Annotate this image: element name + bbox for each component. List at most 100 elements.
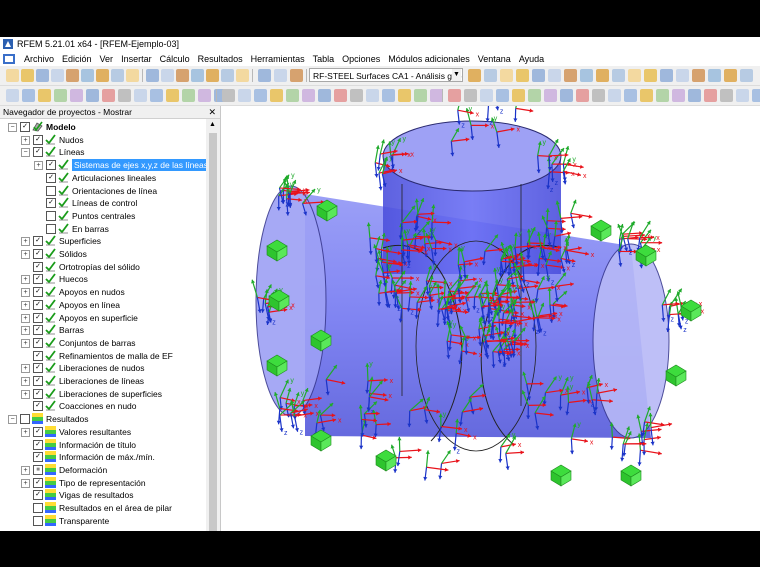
toolbar-button-icon[interactable] — [640, 89, 653, 102]
toolbar-button-icon[interactable] — [54, 89, 67, 102]
toolbar-button-icon[interactable] — [704, 89, 717, 102]
tree-row[interactable]: Orientaciones de línea — [0, 184, 206, 198]
expand-icon[interactable]: + — [21, 275, 30, 285]
tree-item-label[interactable]: Sólidos — [59, 248, 87, 260]
tree-item-label[interactable]: Liberaciones de nudos — [59, 362, 145, 374]
tree-row[interactable]: + ✓ Liberaciones de nudos — [0, 362, 206, 375]
expand-icon[interactable]: + — [21, 135, 30, 145]
tree-item-label[interactable]: Apoyos en línea — [59, 299, 120, 311]
visibility-checkbox[interactable]: ✓ — [33, 312, 43, 323]
tree-item-label[interactable]: Valores resultantes — [59, 426, 131, 438]
visibility-checkbox[interactable] — [33, 503, 43, 513]
expand-icon[interactable]: + — [21, 389, 30, 399]
toolbar-button-icon[interactable] — [166, 89, 179, 102]
menu-item-10[interactable]: Ventana — [474, 54, 515, 64]
toolbar-button-icon[interactable] — [191, 69, 204, 82]
tree-row[interactable]: ✓ Información de máx./mín. — [0, 451, 206, 464]
toolbar-button-icon[interactable] — [22, 89, 35, 102]
tree-item-label[interactable]: Liberaciones de superficies — [59, 388, 162, 400]
close-panel-icon[interactable]: ✕ — [208, 106, 216, 119]
model-viewport[interactable]: xyxzxzxyxzxyxyxyxzxyxzxyxyxzxyxzxyxyxyxy… — [221, 106, 760, 531]
tree-item-label[interactable]: Nudos — [59, 134, 84, 146]
collapse-icon[interactable]: − — [8, 123, 17, 132]
visibility-checkbox[interactable]: ✓ — [46, 160, 56, 171]
toolbar-button-icon[interactable] — [274, 69, 287, 82]
tree-item-label[interactable]: Orientaciones de línea — [72, 185, 157, 197]
toolbar-button-icon[interactable] — [708, 69, 721, 82]
tree-row[interactable]: Puntos centrales — [0, 210, 206, 223]
tree-row[interactable]: ✓ Refinamientos de malla de EF — [0, 350, 206, 363]
expand-icon[interactable]: + — [21, 427, 30, 437]
expand-icon[interactable]: + — [21, 465, 30, 475]
toolbar-button-icon[interactable] — [548, 69, 561, 82]
toolbar-button-icon[interactable] — [580, 69, 593, 82]
toolbar-button-icon[interactable] — [334, 89, 347, 102]
tree-row[interactable]: En barras — [0, 223, 206, 236]
toolbar-button-icon[interactable] — [198, 89, 211, 102]
toolbar-button-icon[interactable] — [6, 89, 19, 102]
visibility-checkbox[interactable]: ✓ — [33, 350, 43, 361]
tree-item-label[interactable]: Líneas — [59, 146, 85, 158]
tree-item-label[interactable]: Vigas de resultados — [59, 489, 134, 501]
tree-row[interactable]: + ✓ Superficies — [0, 235, 206, 248]
tree-row[interactable]: + ✓ Valores resultantes — [0, 425, 206, 439]
toolbar-button-icon[interactable] — [150, 89, 163, 102]
visibility-checkbox[interactable]: ✓ — [33, 236, 43, 247]
visibility-checkbox[interactable]: ✓ — [33, 426, 43, 437]
menu-item-0[interactable]: Archivo — [20, 54, 58, 64]
support-symbol[interactable] — [550, 464, 572, 487]
toolbar-button-icon[interactable] — [596, 69, 609, 82]
scrollbar-thumb[interactable] — [209, 133, 217, 531]
expand-icon[interactable]: + — [21, 237, 30, 247]
expand-icon[interactable]: + — [21, 313, 30, 323]
tree-item-label[interactable]: Apoyos en nudos — [59, 286, 125, 298]
toolbar-button-icon[interactable] — [302, 89, 315, 102]
tree-item-label[interactable]: Ortotropías del sólido — [59, 261, 140, 273]
tree-item-label[interactable]: Transparente — [59, 515, 109, 527]
toolbar-button-icon[interactable] — [66, 69, 79, 82]
toolbar-button-icon[interactable] — [118, 89, 131, 102]
toolbar-button-icon[interactable] — [496, 89, 509, 102]
tree-row[interactable]: + ✓ Conjuntos de barras — [0, 337, 206, 350]
toolbar-button-icon[interactable] — [644, 69, 657, 82]
tree-item-label[interactable]: Información de máx./mín. — [59, 451, 155, 463]
toolbar-button-icon[interactable] — [576, 89, 589, 102]
visibility-checkbox[interactable]: ✓ — [33, 325, 43, 336]
toolbar-button-icon[interactable] — [146, 69, 159, 82]
visibility-checkbox[interactable]: ✓ — [33, 337, 43, 348]
load-case-combo[interactable]: RF-STEEL Surfaces CA1 - Análisis gener ▼ — [309, 68, 463, 82]
toolbar-button-icon[interactable] — [51, 69, 64, 82]
toolbar-button-icon[interactable] — [238, 89, 251, 102]
tree-row[interactable]: Transparente — [0, 514, 206, 528]
toolbar-button-icon[interactable] — [688, 89, 701, 102]
expand-icon[interactable]: + — [21, 288, 30, 298]
toolbar-button-icon[interactable] — [258, 69, 271, 82]
tree-row[interactable]: + ✓ Apoyos en nudos — [0, 286, 206, 299]
toolbar-button-icon[interactable] — [290, 69, 303, 82]
toolbar-button-icon[interactable] — [516, 69, 529, 82]
tree-item-label[interactable]: Resultados en el área de pilar — [59, 502, 172, 514]
expand-icon[interactable]: + — [21, 300, 30, 310]
support-symbol[interactable] — [665, 364, 687, 387]
visibility-checkbox[interactable]: ✓ — [33, 388, 43, 399]
toolbar-button-icon[interactable] — [318, 89, 331, 102]
toolbar-button-icon[interactable] — [672, 89, 685, 102]
toolbar-button-icon[interactable] — [38, 89, 51, 102]
toolbar-button-icon[interactable] — [86, 89, 99, 102]
toolbar-button-icon[interactable] — [21, 69, 34, 82]
tree-row[interactable]: − ✓ Líneas — [0, 146, 206, 159]
tree-item-label[interactable]: Deformación — [59, 464, 107, 476]
expand-icon[interactable]: + — [21, 250, 30, 259]
toolbar-button-icon[interactable] — [612, 69, 625, 82]
toolbar-button-icon[interactable] — [161, 69, 174, 82]
tree-row[interactable]: + ✓ Tipo de representación — [0, 476, 206, 490]
tree-row[interactable]: + ■ Deformación — [0, 463, 206, 477]
menu-item-3[interactable]: Insertar — [117, 54, 156, 64]
toolbar-button-icon[interactable] — [740, 69, 753, 82]
tree-row[interactable]: − ✓ Modelo — [0, 121, 206, 134]
toolbar-button-icon[interactable] — [724, 69, 737, 82]
visibility-checkbox[interactable]: ✓ — [33, 477, 43, 488]
toolbar-button-icon[interactable] — [286, 89, 299, 102]
tree-row[interactable]: Resultados en el área de pilar — [0, 502, 206, 515]
visibility-checkbox[interactable]: ✓ — [20, 122, 30, 132]
